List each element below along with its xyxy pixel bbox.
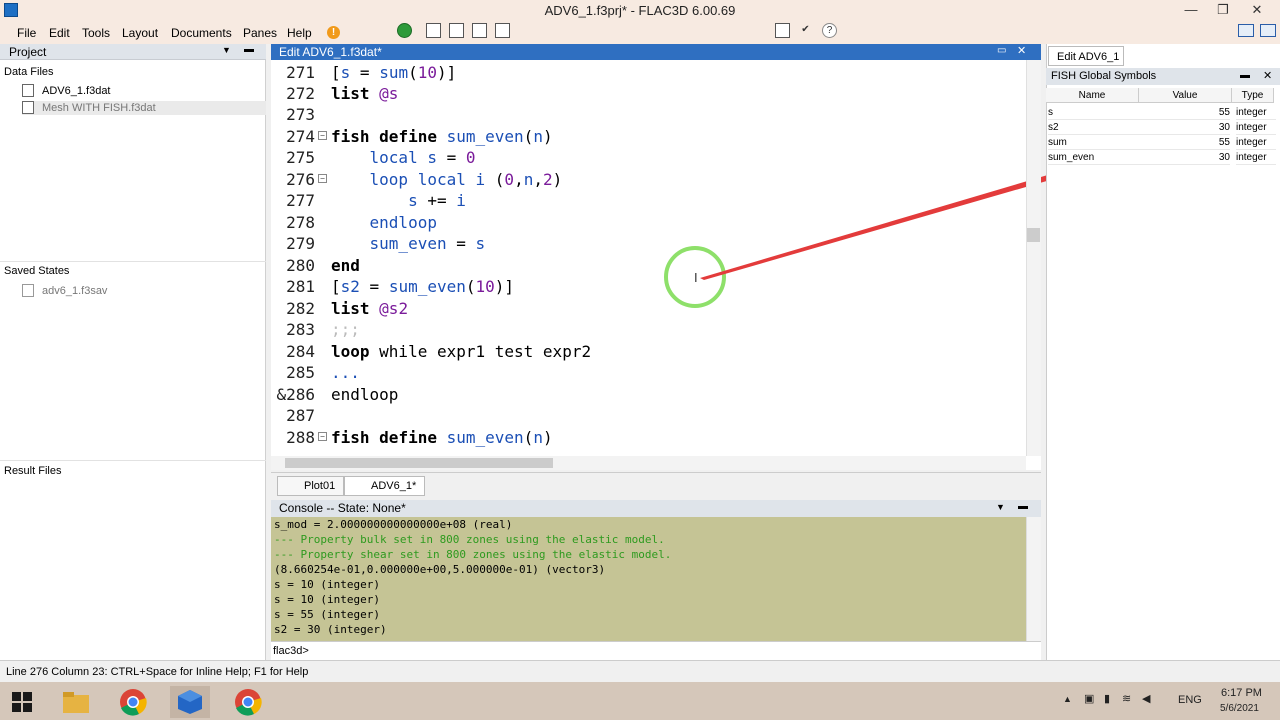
data-files-label: Data Files — [4, 66, 54, 78]
result-files-label: Result Files — [4, 465, 62, 477]
console-line: s_mod = 2.000000000000000e+08 (real) — [274, 518, 513, 531]
status-bar: Line 276 Column 23: CTRL+Space for Inlin… — [0, 660, 1280, 682]
symbol-name[interactable]: sum_even — [1048, 150, 1139, 165]
command-input[interactable]: flac3d> — [271, 641, 1041, 660]
editor-title: Edit ADV6_1.f3dat* — [271, 44, 1041, 60]
pane-menu-icon[interactable]: ▭ — [997, 45, 1006, 56]
close-pane-icon[interactable]: ▬ — [244, 44, 254, 55]
symbol-type: integer — [1236, 105, 1276, 120]
checkbox-icon[interactable] — [775, 23, 790, 38]
wifi-icon[interactable]: ≋ — [1122, 692, 1131, 705]
tab-plot01[interactable]: Plot01 — [277, 476, 345, 496]
console-dropdown-icon[interactable]: ▼ — [996, 502, 1005, 512]
windows-start-icon[interactable] — [2, 686, 42, 718]
console-line: --- Property bulk set in 800 zones using… — [274, 533, 665, 546]
run-icon[interactable] — [397, 23, 412, 38]
file-item[interactable]: Mesh WITH FISH.f3dat — [22, 101, 266, 115]
restore-button[interactable]: ❐ — [1206, 0, 1240, 22]
flac3d-app-icon[interactable] — [170, 686, 210, 718]
saved-states-label: Saved States — [4, 265, 70, 277]
tab-adv6-1[interactable]: ADV6_1* — [344, 476, 426, 496]
chrome-icon-2[interactable] — [228, 686, 268, 718]
tray-chevron-icon[interactable]: ▲ — [1063, 694, 1072, 704]
project-panel: Project ▼ ▬ Data Files ADV6_1.f3dat Mesh… — [0, 44, 266, 660]
console-line: --- Property shear set in 800 zones usin… — [274, 548, 672, 561]
console-line: (8.660254e-01,0.000000e+00,5.000000e-01)… — [274, 563, 606, 576]
file-explorer-icon[interactable] — [56, 686, 96, 718]
fold-icon: − — [318, 174, 327, 183]
symbol-value: 55 — [1139, 105, 1230, 120]
menu-bar: File Edit Tools Layout Documents Panes H… — [0, 22, 1280, 44]
save-all-icon[interactable] — [472, 23, 487, 38]
menu-tools[interactable]: Tools — [82, 26, 110, 40]
editor-vscroll[interactable] — [1026, 60, 1041, 456]
dropdown-icon[interactable]: ▼ — [222, 45, 231, 55]
battery-icon[interactable]: ▮ — [1104, 692, 1110, 705]
console-line: s = 10 (integer) — [274, 593, 380, 606]
menu-help[interactable]: Help — [287, 26, 312, 40]
fold-icon: − — [318, 131, 327, 140]
menu-layout[interactable]: Layout — [122, 26, 158, 40]
symbol-type: integer — [1236, 120, 1276, 135]
symbol-value: 55 — [1139, 135, 1230, 150]
close-button[interactable]: ✕ — [1240, 0, 1274, 22]
panel-close-icon[interactable]: ✕ — [1263, 69, 1272, 82]
divider — [0, 460, 266, 461]
symbol-name[interactable]: sum — [1048, 135, 1139, 150]
file-item[interactable]: ADV6_1.f3dat — [22, 84, 111, 98]
network-icon[interactable]: ▣ — [1084, 692, 1094, 705]
symbol-type: integer — [1236, 135, 1276, 150]
column-header-name[interactable]: Name — [1046, 88, 1139, 103]
warning-icon[interactable]: ! — [327, 26, 340, 39]
saved-state-item[interactable]: adv6_1.f3sav — [22, 284, 107, 298]
taskbar: ▲ ▣ ▮ ≋ ◀ ENG 6:17 PM 5/6/2021 — [0, 682, 1280, 720]
column-header-type[interactable]: Type — [1232, 88, 1274, 103]
file-icon — [22, 84, 34, 97]
fold-icon: − — [318, 432, 327, 441]
console-close-icon[interactable]: ▬ — [1018, 501, 1028, 512]
title-bar: ADV6_1.f3prj* - FLAC3D 6.00.69 — ❐ ✕ — [0, 0, 1280, 22]
print-icon[interactable] — [495, 23, 510, 38]
panel-menu-icon[interactable]: ▬ — [1240, 70, 1250, 81]
console-output: s_mod = 2.000000000000000e+08 (real) ---… — [271, 517, 1026, 641]
volume-icon[interactable]: ◀ — [1142, 692, 1150, 705]
menu-panes[interactable]: Panes — [243, 26, 277, 40]
symbol-name[interactable]: s — [1048, 105, 1139, 120]
clock-time[interactable]: 6:17 PM — [1221, 687, 1262, 699]
window-title: ADV6_1.f3prj* - FLAC3D 6.00.69 — [544, 3, 736, 18]
help-icon[interactable]: ? — [822, 23, 837, 38]
console-line: s = 10 (integer) — [274, 578, 380, 591]
symbol-name[interactable]: s2 — [1048, 120, 1139, 135]
save-icon[interactable] — [449, 23, 464, 38]
document-tabs: Plot01 ADV6_1* — [271, 472, 1041, 496]
panes-icon[interactable] — [1260, 24, 1276, 37]
pane-close-icon[interactable]: ✕ — [1017, 44, 1026, 57]
editor-hscroll-thumb[interactable] — [285, 458, 553, 468]
state-icon — [22, 284, 34, 297]
file-icon — [22, 101, 34, 114]
divider — [0, 261, 266, 262]
minimize-button[interactable]: — — [1174, 0, 1208, 22]
column-header-value[interactable]: Value — [1139, 88, 1232, 103]
menu-edit[interactable]: Edit — [49, 26, 70, 40]
console-scrollbar[interactable] — [1026, 517, 1041, 641]
symbol-value: 30 — [1139, 120, 1230, 135]
menu-file[interactable]: File — [17, 26, 36, 40]
document-icon[interactable] — [426, 23, 441, 38]
menu-documents[interactable]: Documents — [171, 26, 232, 40]
language-indicator[interactable]: ENG — [1178, 694, 1202, 706]
clock-date[interactable]: 5/6/2021 — [1220, 703, 1259, 714]
layout-icon[interactable] — [1238, 24, 1254, 37]
check-icon[interactable]: ✔ — [798, 23, 813, 38]
editor-vscroll-thumb[interactable] — [1027, 228, 1040, 242]
console-title: Console -- State: None* — [271, 500, 1041, 517]
chrome-icon[interactable] — [113, 686, 153, 718]
console-line: s = 55 (integer) — [274, 608, 380, 621]
console-line: s2 = 30 (integer) — [274, 623, 387, 636]
symbol-value: 30 — [1139, 150, 1230, 165]
tab-edit-adv6-1[interactable]: Edit ADV6_1 — [1048, 46, 1124, 66]
symbol-type: integer — [1236, 150, 1276, 165]
